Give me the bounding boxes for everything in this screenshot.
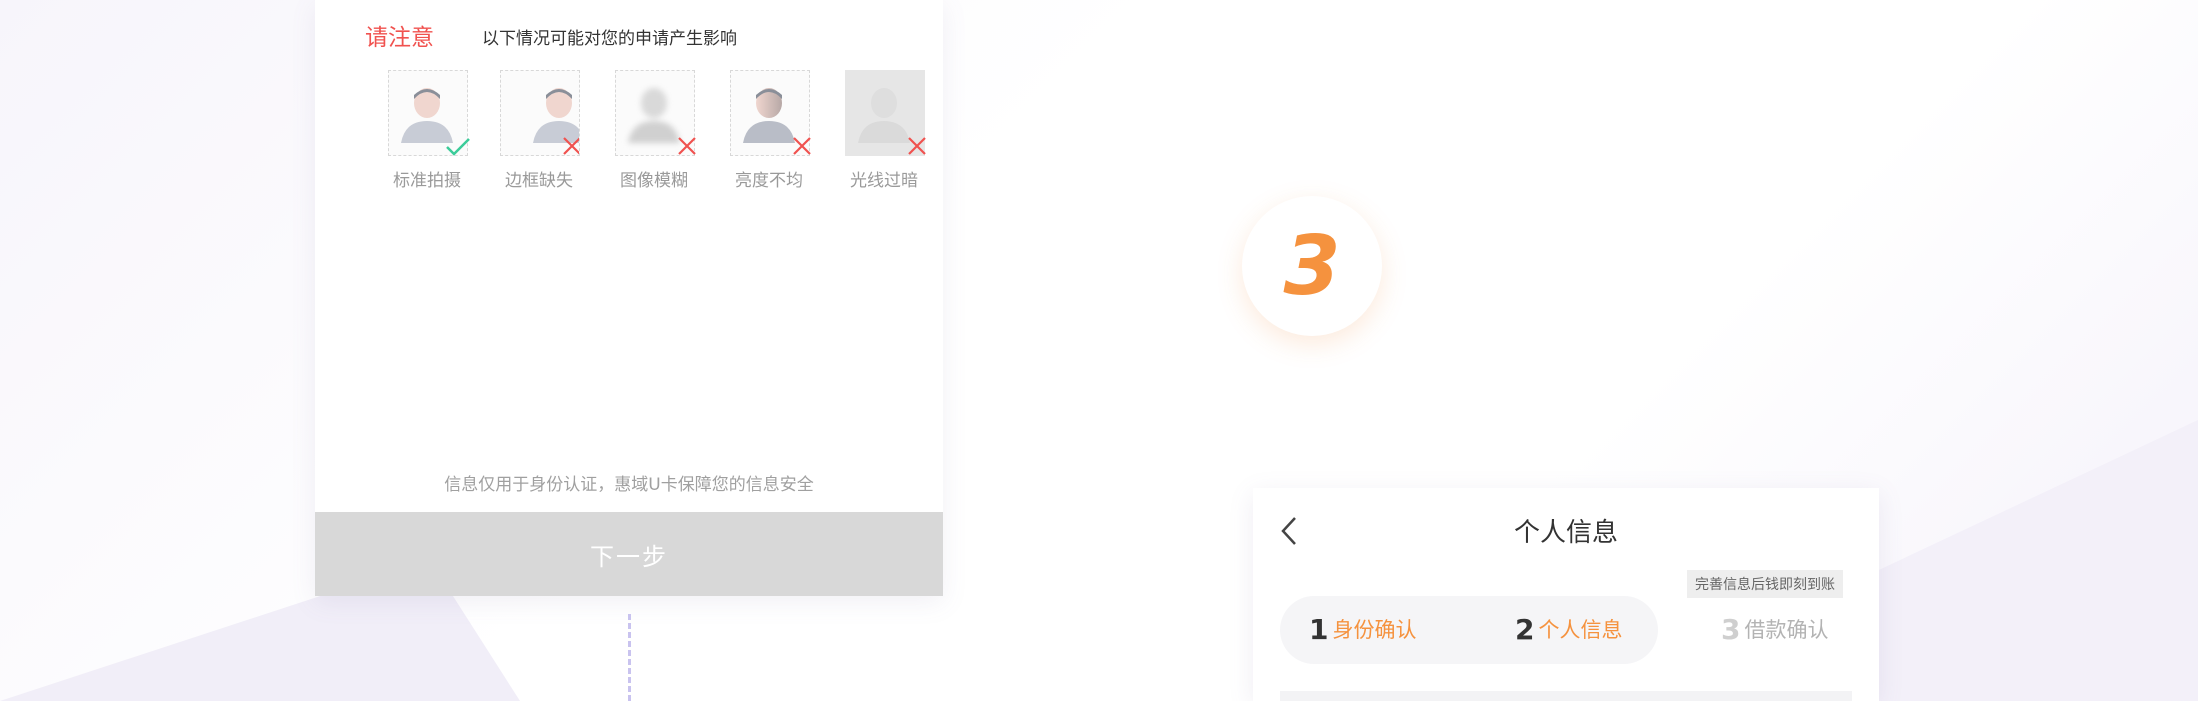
step-label: 借款确认 xyxy=(1744,618,1829,642)
sample-label-too-dark: 光线过暗 xyxy=(850,171,918,191)
step-label: 个人信息 xyxy=(1538,618,1623,642)
step-number: 1 xyxy=(1309,613,1329,646)
sample-photo-uneven-light xyxy=(730,70,811,156)
face-capture-card: 请注意 以下情况可能对您的申请产生影响 标准拍摄 边框缺失 图像模糊 亮度不均 … xyxy=(315,0,943,596)
cross-icon xyxy=(908,137,926,155)
cross-icon xyxy=(793,137,811,155)
step-number: 2 xyxy=(1515,613,1535,646)
person-icon xyxy=(628,88,680,143)
step-number: 3 xyxy=(1721,613,1741,646)
sample-photo-standard xyxy=(388,70,470,156)
sample-photo-too-dark xyxy=(845,70,926,156)
step-identity: 1 身份确认 xyxy=(1309,616,1416,644)
sample-label-missing-border: 边框缺失 xyxy=(505,171,573,191)
cross-icon xyxy=(678,137,696,155)
sample-label-standard: 标准拍摄 xyxy=(393,171,461,191)
step-marker: 3 xyxy=(1242,196,1382,336)
person-icon xyxy=(533,88,579,143)
security-note: 信息仅用于身份认证，惠域U卡保障您的信息安全 xyxy=(444,475,814,495)
page-title: 个人信息 xyxy=(1513,518,1618,548)
flow-connector xyxy=(628,614,631,701)
step-loan-confirm: 3 借款确认 xyxy=(1721,616,1828,644)
cross-icon xyxy=(563,137,579,155)
sample-label-blurry: 图像模糊 xyxy=(620,171,688,191)
form-section-divider xyxy=(1280,691,1852,701)
person-icon xyxy=(858,88,910,143)
sample-photo-missing-border xyxy=(500,70,580,156)
sample-photo-blurry xyxy=(615,70,696,156)
check-icon xyxy=(446,138,470,156)
sample-label-uneven-light: 亮度不均 xyxy=(735,171,803,191)
notice-title: 请注意 xyxy=(365,25,434,51)
next-step-button[interactable]: 下一步 xyxy=(315,512,943,596)
step-marker-number: 3 xyxy=(1283,218,1341,314)
personal-info-card: 个人信息 完善信息后钱即刻到账 1 身份确认 2 个人信息 3 借款确认 xyxy=(1253,488,1879,701)
person-icon xyxy=(401,88,453,143)
notice-panel: 请注意 以下情况可能对您的申请产生影响 标准拍摄 边框缺失 图像模糊 亮度不均 … xyxy=(343,0,926,220)
notice-subtitle: 以下情况可能对您的申请产生影响 xyxy=(482,29,737,49)
promo-badge: 完善信息后钱即刻到账 xyxy=(1687,570,1843,598)
step-personal-info: 2 个人信息 xyxy=(1515,616,1622,644)
step-label: 身份确认 xyxy=(1332,618,1417,642)
person-icon xyxy=(743,88,795,143)
